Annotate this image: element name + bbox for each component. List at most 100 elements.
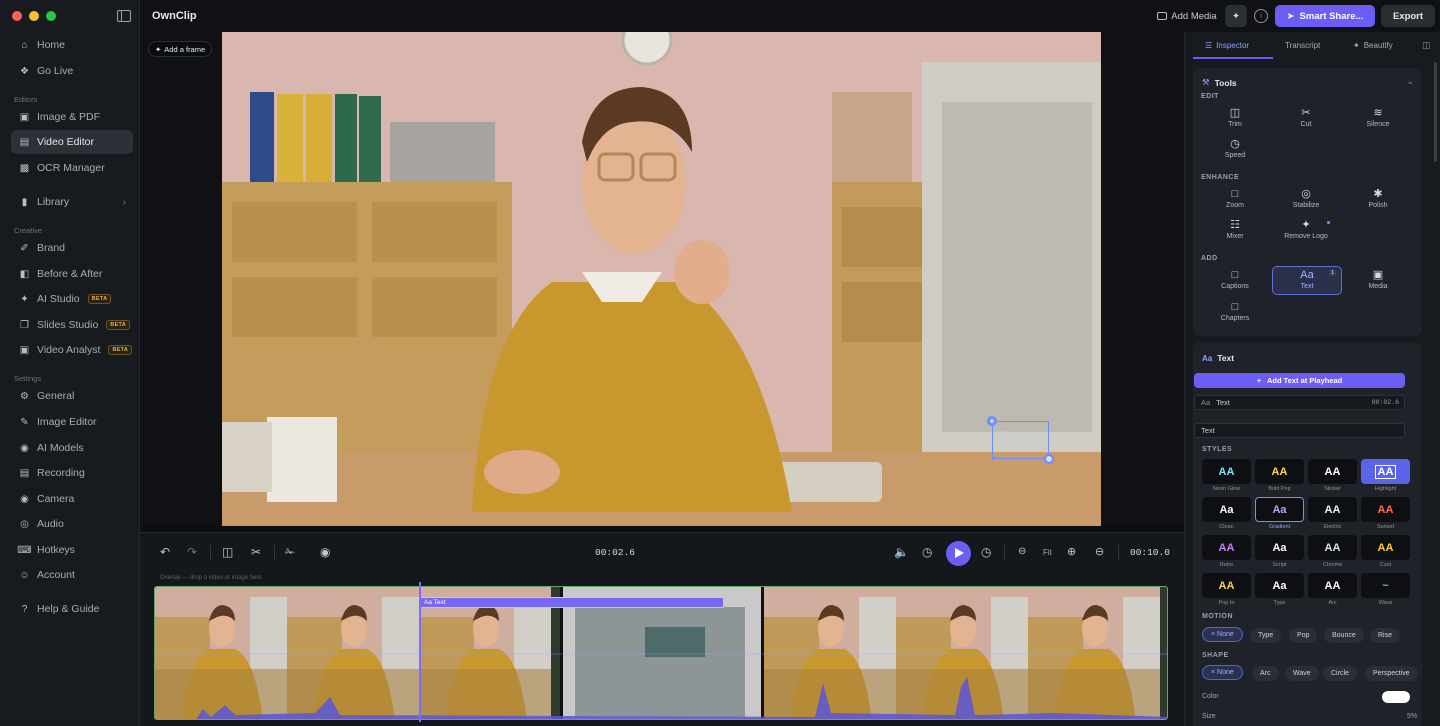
motion-bounce-chip[interactable]: Bounce <box>1324 628 1364 643</box>
shape-arc-chip[interactable]: Arc <box>1252 666 1279 681</box>
chevron-down-icon[interactable]: ⌄ <box>1406 76 1414 87</box>
add-media-button[interactable]: Add Media <box>1156 5 1218 27</box>
text-content-input[interactable]: Text <box>1194 423 1405 438</box>
trim-icon[interactable]: ◫ <box>222 545 233 559</box>
tool-silence[interactable]: ≋ Silence <box>1343 107 1413 131</box>
sidebar-item-general[interactable]: ⚙ General <box>11 384 133 408</box>
shape-circle-chip[interactable]: Circle <box>1323 666 1357 681</box>
style-tile[interactable]: AA <box>1202 573 1251 598</box>
sidebar-item-image-editor[interactable]: ✎ Image Editor <box>11 410 133 434</box>
tool-text[interactable]: Aa Text 1 <box>1272 266 1342 295</box>
split-cut-icon[interactable]: ✁ <box>285 545 295 559</box>
ai-spark-button[interactable]: ✦ <box>1225 5 1247 27</box>
sidebar-item-video-editor[interactable]: ▤ Video Editor <box>11 130 133 154</box>
tool-speed[interactable]: ◷ Speed <box>1200 138 1270 162</box>
tab-beautify[interactable]: ✦ Beautify <box>1353 41 1393 50</box>
panel-scrollbar[interactable] <box>1434 62 1437 162</box>
style-tile[interactable]: AA <box>1361 459 1410 484</box>
style-tile[interactable]: AA <box>1308 573 1357 598</box>
tool-trim[interactable]: ◫ Trim <box>1200 107 1270 131</box>
rewind-icon[interactable]: ◷ <box>922 545 932 559</box>
volume-icon[interactable]: 🔈 <box>894 545 909 559</box>
sidebar-item-audio[interactable]: ◎ Audio <box>11 512 133 536</box>
zoom-reset-icon[interactable]: ⊖ <box>1095 545 1104 558</box>
style-tile[interactable]: AA <box>1308 535 1357 560</box>
play-button[interactable] <box>946 541 971 566</box>
style-tile[interactable]: AA <box>1361 497 1410 522</box>
motion-type-chip[interactable]: Type <box>1250 628 1282 643</box>
shape-wave-chip[interactable]: Wave <box>1285 666 1319 681</box>
undo-icon[interactable]: ↶ <box>160 545 170 559</box>
sidebar-item-library[interactable]: ▮ Library › <box>11 190 133 214</box>
scissors-icon[interactable]: ✂ <box>251 545 261 559</box>
sidebar-item-recording[interactable]: ▤ Recording <box>11 461 133 485</box>
color-swatch[interactable] <box>1382 691 1410 703</box>
playhead[interactable] <box>419 582 421 722</box>
zoom-in-icon[interactable]: ⊕ <box>1067 545 1076 558</box>
add-text-at-playhead-button[interactable]: + Add Text at Playhead <box>1194 373 1405 388</box>
info-icon[interactable]: i <box>1254 9 1268 23</box>
style-tile[interactable]: Aa <box>1255 535 1304 560</box>
fit-button[interactable]: Fit <box>1043 548 1052 557</box>
shape-none-chip[interactable]: × None <box>1202 665 1243 680</box>
tool-mixer[interactable]: ☷ Mixer <box>1200 219 1270 243</box>
tab-transcript[interactable]: Transcript <box>1285 41 1320 50</box>
shape-perspective-chip[interactable]: Perspective <box>1365 666 1418 681</box>
zoom-window-button[interactable] <box>46 11 56 21</box>
sidebar-item-ai-models[interactable]: ◉ AI Models <box>11 436 133 460</box>
tab-inspector[interactable]: ☰ Inspector <box>1205 41 1249 50</box>
motion-none-chip[interactable]: × None <box>1202 627 1243 642</box>
style-tile[interactable]: AA <box>1361 535 1410 560</box>
minimize-window-button[interactable] <box>29 11 39 21</box>
redo-icon[interactable]: ↷ <box>187 545 197 559</box>
tool-zoom[interactable]: □ Zoom <box>1200 188 1270 212</box>
tool-captions[interactable]: □ Captions <box>1200 269 1270 293</box>
resize-handle[interactable] <box>1044 454 1054 464</box>
sidebar-item-slides-studio[interactable]: ❐ Slides Studio BETA <box>11 313 133 337</box>
close-window-button[interactable] <box>12 11 22 21</box>
tool-polish[interactable]: ✱ Polish <box>1343 188 1413 212</box>
sidebar-item-ai-studio[interactable]: ✦ AI Studio BETA <box>11 287 133 311</box>
style-tile[interactable]: ~ <box>1361 573 1410 598</box>
text-clip[interactable]: Aa Text <box>419 597 724 608</box>
motion-rise-chip[interactable]: Rise <box>1370 628 1401 643</box>
add-frame-button[interactable]: ✦ Add a frame <box>148 41 213 57</box>
text-overlay[interactable]: Text + <box>987 416 1054 464</box>
smart-share-button[interactable]: ➤ Smart Share... <box>1275 5 1375 27</box>
panel-collapse-icon[interactable]: ◫ <box>1422 40 1431 51</box>
add-marker-icon[interactable]: ◉ <box>320 545 330 559</box>
zoom-out-icon[interactable]: ⊖ <box>1018 546 1026 557</box>
style-tile[interactable]: AA <box>1308 497 1357 522</box>
video-preview[interactable]: Text + <box>222 32 1101 526</box>
tool-stabilize[interactable]: ◎ Stabilize <box>1271 188 1341 212</box>
tool-chapters[interactable]: □ Chapters <box>1200 301 1270 325</box>
forward-icon[interactable]: ◷ <box>981 545 991 559</box>
sidebar-toggle-icon[interactable] <box>117 10 131 22</box>
sidebar-item-home[interactable]: ⌂ Home <box>11 33 133 57</box>
style-tile[interactable]: AA <box>1202 535 1251 560</box>
move-handle-icon[interactable]: + <box>987 416 997 426</box>
sidebar-item-image-pdf[interactable]: ▣ Image & PDF <box>11 105 133 129</box>
sidebar-item-before-after[interactable]: ◧ Before & After <box>11 262 133 286</box>
style-tile[interactable]: AA <box>1202 459 1251 484</box>
tool-media[interactable]: ▣ Media <box>1343 269 1413 293</box>
sidebar-item-video-analyst[interactable]: ▣ Video Analyst BETA <box>11 338 133 362</box>
timeline[interactable]: Overlay — drop a video or image here Aa … <box>140 572 1184 726</box>
sidebar-item-ocr-manager[interactable]: ▩ OCR Manager <box>11 156 133 180</box>
sidebar-item-help-guide[interactable]: ? Help & Guide <box>11 597 133 621</box>
tool-remove-logo[interactable]: ✦ Remove Logo <box>1271 219 1341 243</box>
style-tile[interactable]: Aa <box>1255 497 1304 522</box>
style-tile[interactable]: Aa <box>1255 573 1304 598</box>
style-tile[interactable]: Aa <box>1202 497 1251 522</box>
sidebar-item-hotkeys[interactable]: ⌨ Hotkeys <box>11 538 133 562</box>
sidebar-item-account[interactable]: ☺ Account <box>11 563 133 587</box>
tool-cut[interactable]: ✂ Cut <box>1271 107 1341 131</box>
sidebar-item-go-live[interactable]: ❖ Go Live <box>11 59 133 83</box>
motion-pop-chip[interactable]: Pop <box>1289 628 1318 643</box>
style-tile[interactable]: AA <box>1255 459 1304 484</box>
text-layer-row[interactable]: Aa Text 00:02.6 <box>1194 395 1405 410</box>
sidebar-item-brand[interactable]: ✐ Brand <box>11 236 133 260</box>
style-tile[interactable]: AA <box>1308 459 1357 484</box>
export-button[interactable]: Export <box>1381 5 1435 27</box>
sidebar-item-camera[interactable]: ◉ Camera <box>11 487 133 511</box>
